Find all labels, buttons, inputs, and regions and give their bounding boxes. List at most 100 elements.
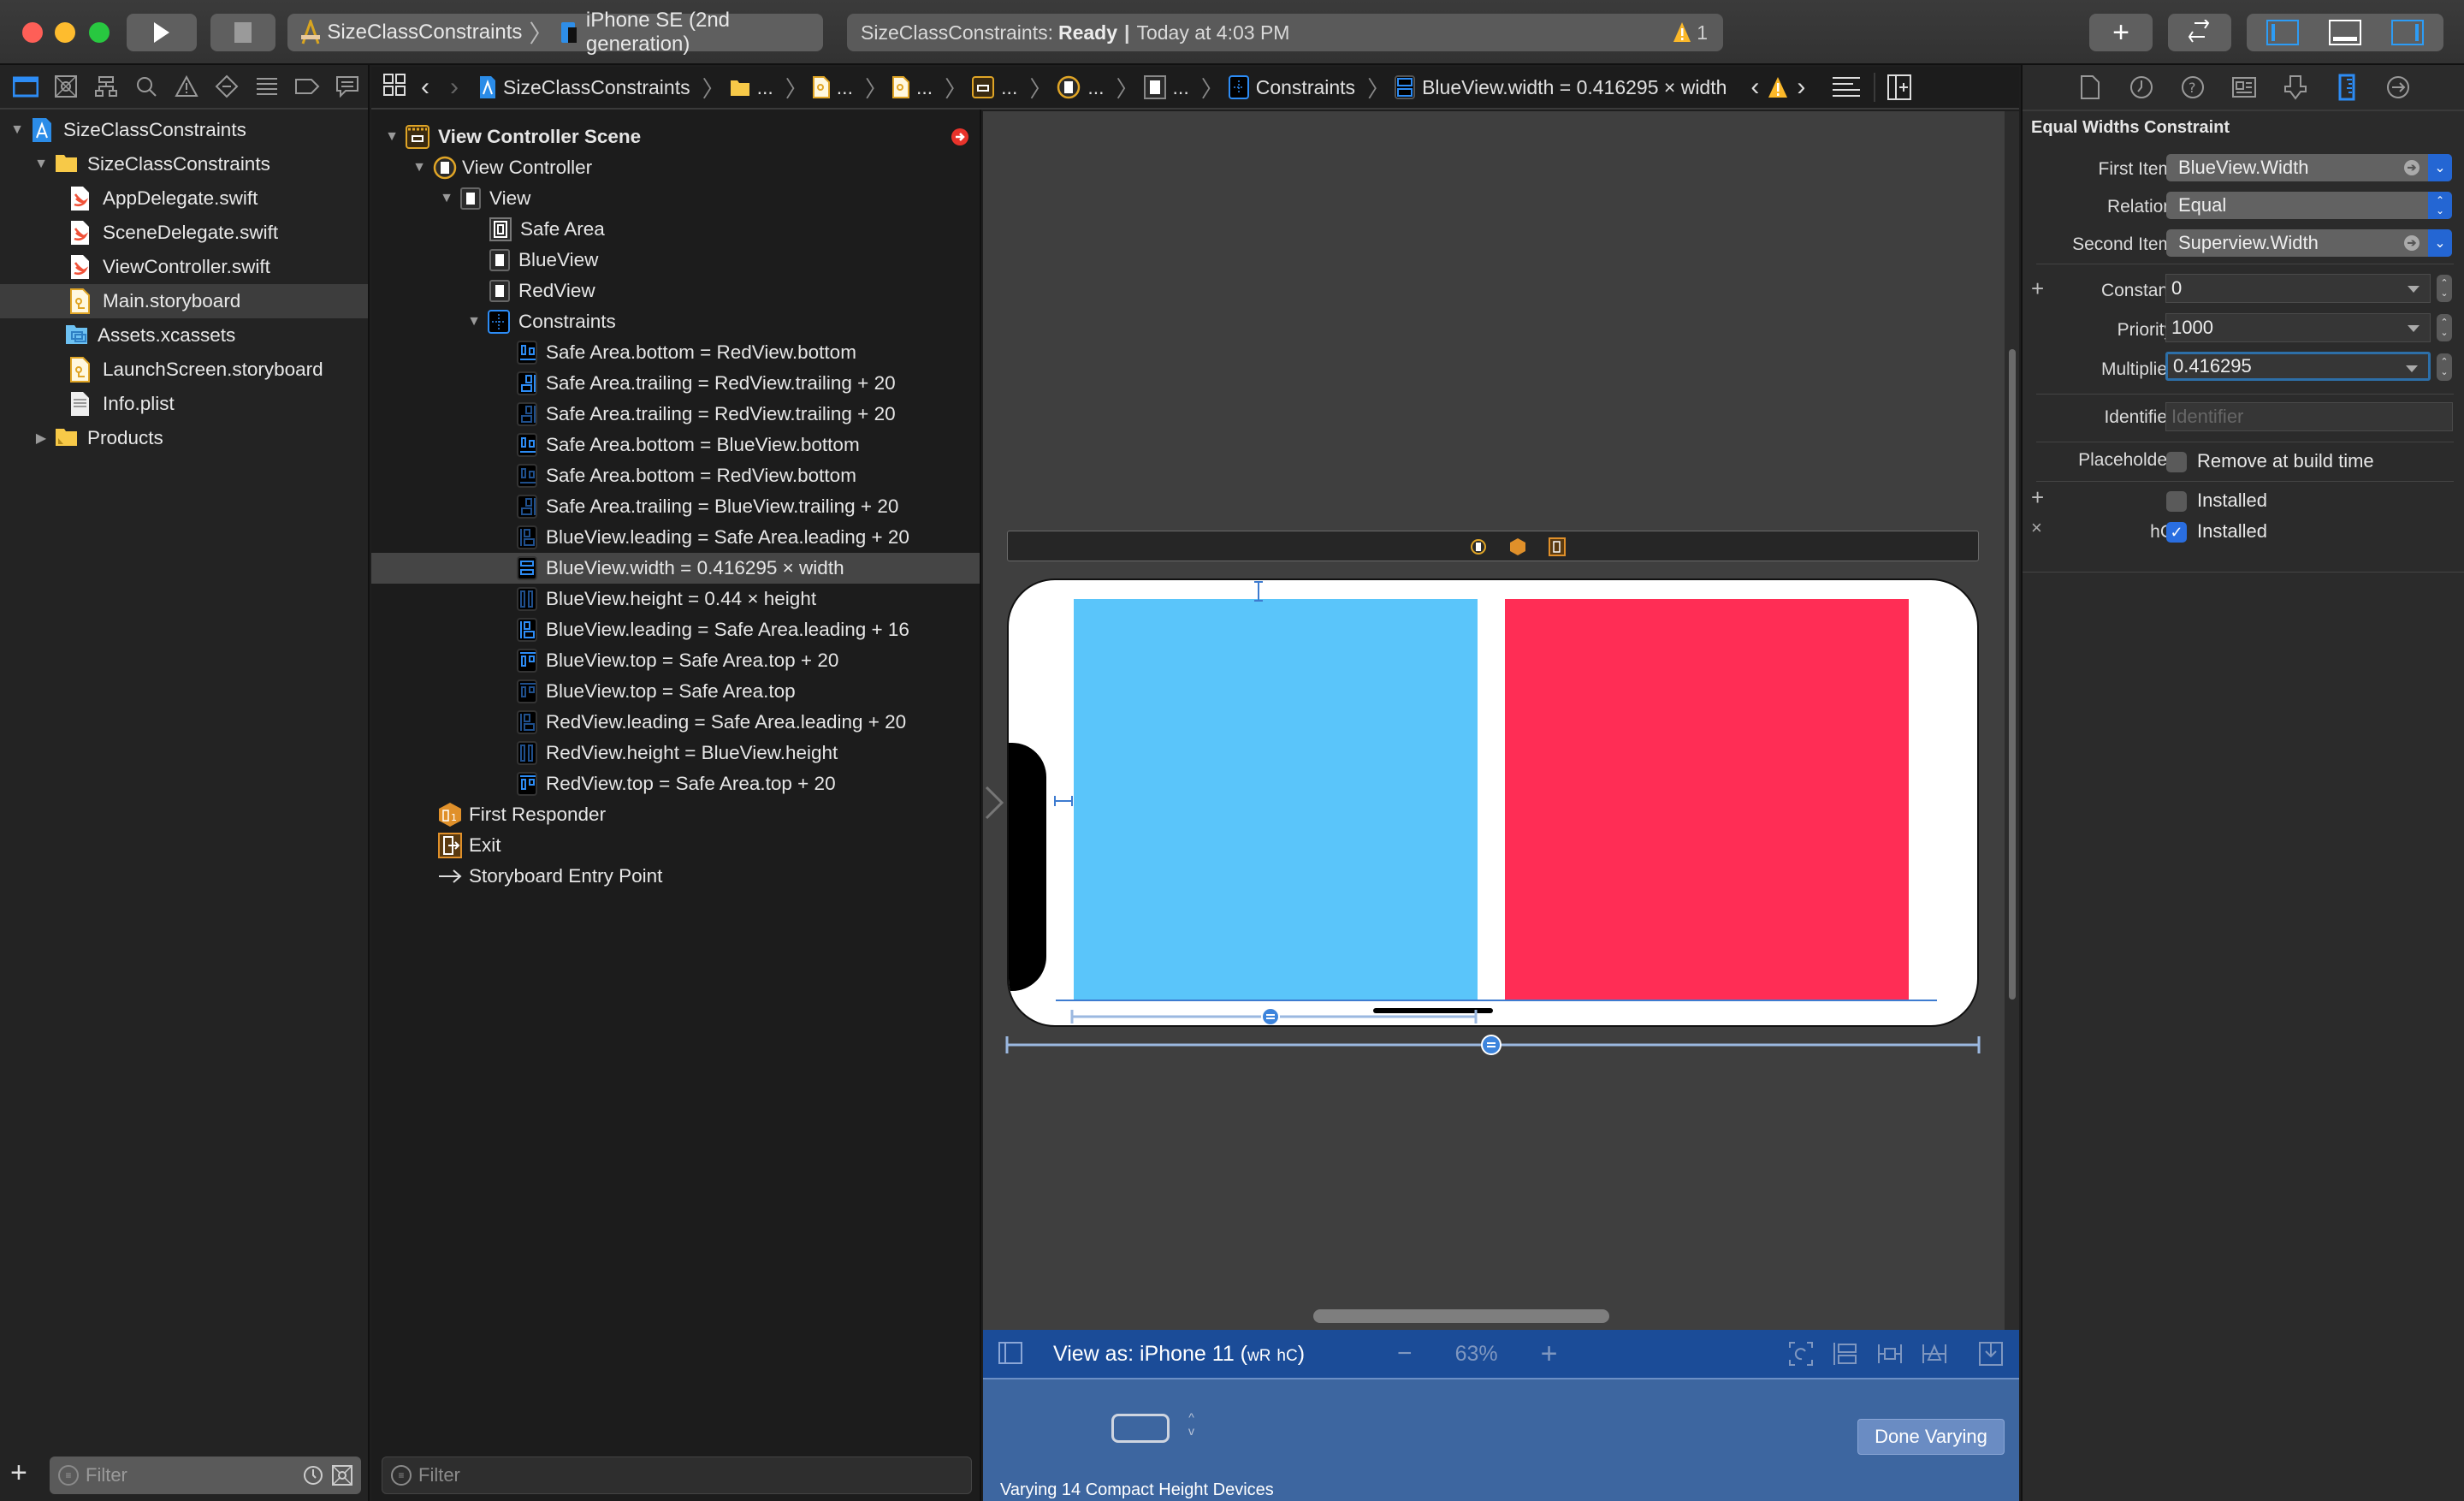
dock-exit-icon[interactable] [1549,537,1566,556]
minimize-window-button[interactable] [55,22,75,43]
add-editor-icon[interactable] [1887,74,1912,100]
outline-red-view[interactable]: RedView [371,276,980,306]
chevron-down-icon[interactable]: ⌄ [2428,154,2452,181]
jumpbar-constraints[interactable]: Constraints [1228,75,1355,99]
outline-view-controller[interactable]: ▼ View Controller [371,152,980,183]
tree-item-file[interactable]: LaunchScreen.storyboard [0,353,368,387]
jumpbar-scene[interactable]: ... [972,76,1017,99]
tree-item-group[interactable]: ▼ SizeClassConstraints [0,147,368,181]
disclosure-expanded-icon[interactable]: ▼ [9,122,26,138]
library-button[interactable]: + [2089,14,2153,51]
symbol-navigator-tab[interactable] [86,69,126,104]
add-constraints-icon[interactable] [1922,1341,1947,1367]
next-issue-button[interactable]: › [1797,73,1805,102]
disclosure-expanded-icon[interactable]: ▼ [33,157,50,172]
size-inspector-tab[interactable] [2331,70,2363,104]
breakpoint-navigator-tab[interactable] [287,69,328,104]
test-navigator-tab[interactable] [207,69,247,104]
constraint-row[interactable]: RedView.top = Safe Area.top + 20 [371,768,980,799]
jumpbar-folder[interactable]: ... [730,76,773,99]
recent-files-icon[interactable] [303,1465,323,1491]
code-review-button[interactable] [2168,14,2231,51]
attributes-inspector-tab[interactable] [2279,70,2312,104]
leading-constraint-indicator[interactable] [1053,794,1074,808]
file-inspector-tab[interactable] [2074,70,2106,104]
identifier-field[interactable]: Identifier [2165,402,2453,431]
priority-field[interactable]: 1000 [2165,313,2431,342]
find-navigator-tab[interactable] [126,69,166,104]
run-button[interactable] [127,14,197,51]
jumpbar-storyboard[interactable]: ... [812,76,853,99]
toggle-debug-area-icon[interactable] [2328,20,2361,45]
constraint-row[interactable]: RedView.leading = Safe Area.leading + 20 [371,707,980,738]
installed-checkbox[interactable] [2166,491,2187,512]
jumpbar-storyboard-base[interactable]: ... [891,76,933,99]
horizontal-scroll-thumb[interactable] [1313,1309,1609,1323]
top-constraint-indicator[interactable] [1252,580,1265,602]
scheme-selector[interactable]: SizeClassConstraints 〉 iPhone SE (2nd ge… [287,9,823,56]
tree-item-group[interactable]: ▶ Products [0,421,368,455]
multiplier-field[interactable]: 0.416295 [2165,352,2431,381]
dropdown-triangle-icon[interactable] [2406,365,2418,372]
constant-field[interactable]: 0 [2165,274,2431,303]
go-arrow-icon[interactable]: ➔ [2404,235,2420,251]
view-as-label[interactable]: View as: iPhone 11 (wR hC) [1053,1342,1305,1367]
tree-item-file[interactable]: AppDelegate.swift [0,181,368,216]
constraint-row[interactable]: Safe Area.trailing = BlueView.trailing +… [371,491,980,522]
close-window-button[interactable] [22,22,43,43]
disclosure-expanded-icon[interactable]: ▼ [383,129,400,145]
constraint-row[interactable]: Safe Area.bottom = RedView.bottom [371,337,980,368]
disclosure-expanded-icon[interactable]: ▼ [438,191,455,206]
outline-filter-field[interactable]: ≡ Filter [382,1457,972,1494]
vertical-scroll-thumb[interactable] [2009,349,2016,1000]
source-control-filter-icon[interactable] [332,1465,352,1491]
related-items-icon[interactable] [383,74,406,101]
installed-variation-checkbox[interactable]: ✓ [2166,522,2187,543]
dropdown-triangle-icon[interactable] [2408,325,2420,332]
second-item-popup[interactable]: Superview.Width ➔ ⌄ [2166,229,2452,257]
storyboard-canvas[interactable] [983,111,2019,1330]
disclosure-collapsed-icon[interactable]: ▶ [33,430,50,447]
jumpbar-current-constraint[interactable]: BlueView.width = 0.416295 × width [1395,75,1727,99]
outline-entry-point[interactable]: Storyboard Entry Point [371,861,980,892]
dock-view-controller-icon[interactable] [1470,537,1487,556]
report-navigator-tab[interactable] [328,69,368,104]
outline-view[interactable]: ▼ View [371,183,980,214]
stop-button[interactable] [210,14,275,51]
device-orientation-icon[interactable] [1111,1414,1170,1443]
orientation-stepper[interactable]: ^ v [1188,1410,1194,1438]
outline-constraints-group[interactable]: ▼ Constraints [371,306,980,337]
multiplier-stepper[interactable]: ⌃ ⌄ [2437,353,2452,381]
tree-item-file[interactable]: Info.plist [0,387,368,421]
add-variation-button[interactable]: + [2031,484,2044,511]
identity-inspector-tab[interactable] [2228,70,2260,104]
tree-item-file[interactable]: SceneDelegate.swift [0,216,368,250]
editor-options-icon[interactable] [1831,76,1862,98]
project-navigator-tab[interactable] [5,69,45,104]
first-item-popup[interactable]: BlueView.Width ➔ ⌄ [2166,154,2452,181]
toggle-outline-icon[interactable] [998,1342,1024,1366]
jumpbar-project[interactable]: SizeClassConstraints [479,75,690,99]
constraint-row[interactable]: BlueView.leading = Safe Area.leading + 1… [371,614,980,645]
constraint-row[interactable]: BlueView.leading = Safe Area.leading + 2… [371,522,980,553]
tree-item-file-selected[interactable]: Main.storyboard [0,284,368,318]
done-varying-button[interactable]: Done Varying [1857,1419,2005,1455]
constraint-row[interactable]: RedView.height = BlueView.height [371,738,980,768]
blue-view-width-indicator[interactable] [1069,1006,1479,1027]
outline-safe-area[interactable]: Safe Area [371,214,980,245]
outline-exit[interactable]: Exit [371,830,980,861]
go-arrow-icon[interactable]: ➔ [2404,160,2420,175]
red-view[interactable] [1505,599,1909,1000]
disclosure-expanded-icon[interactable]: ▼ [465,314,483,329]
toggle-navigator-icon[interactable] [2266,20,2300,45]
forward-button[interactable]: › [450,73,459,102]
blue-view[interactable] [1074,599,1478,1000]
zoom-in-button[interactable]: + [1541,1338,1558,1371]
tree-item-file[interactable]: Assets.xcassets [0,318,368,353]
embed-in-stack-icon[interactable] [1833,1341,1858,1367]
constraint-row[interactable]: Safe Area.bottom = BlueView.bottom [371,430,980,460]
constraint-row[interactable]: BlueView.top = Safe Area.top [371,676,980,707]
update-frames-icon[interactable] [1788,1341,1814,1367]
constraint-row[interactable]: Safe Area.trailing = RedView.trailing + … [371,399,980,430]
jumpbar-view-controller[interactable]: ... [1057,75,1105,99]
